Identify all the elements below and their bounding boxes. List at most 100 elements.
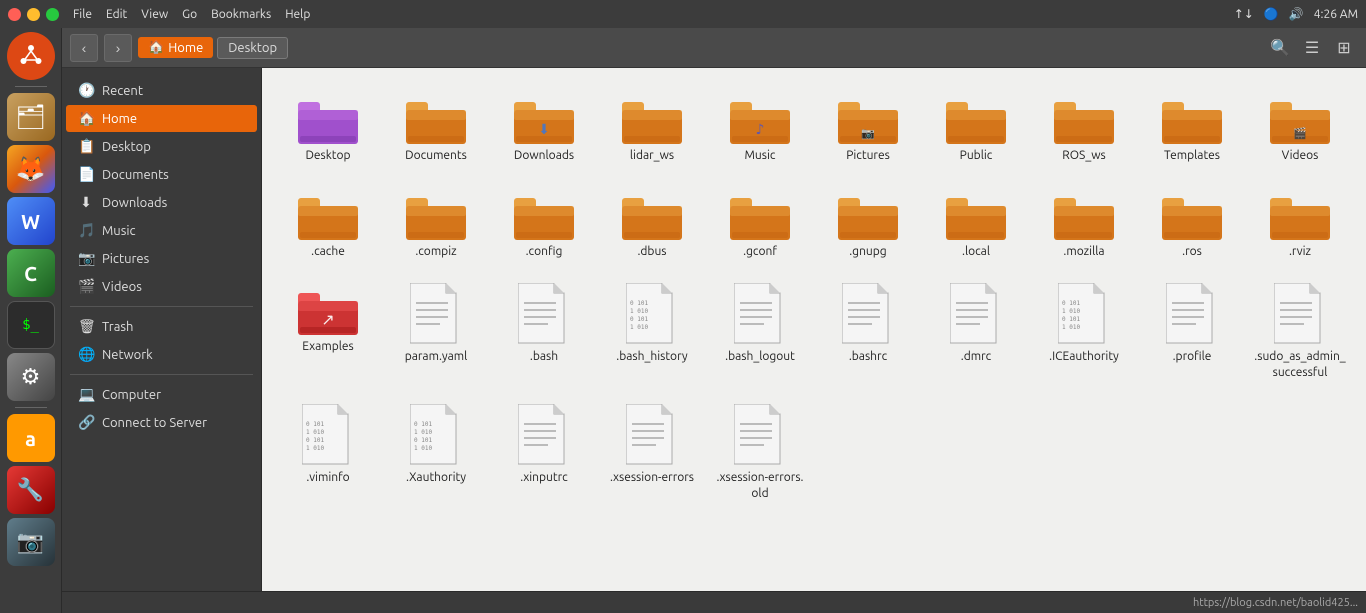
folder-item[interactable]: Public: [926, 84, 1026, 172]
folder-item[interactable]: Templates: [1142, 84, 1242, 172]
sidebar-item-pictures[interactable]: 📷 Pictures: [66, 245, 257, 272]
svg-text:0 101: 0 101: [414, 421, 432, 428]
launcher-files[interactable]: 🗂: [7, 93, 55, 141]
sidebar-item-computer[interactable]: 💻 Computer: [66, 381, 257, 408]
folder-item[interactable]: .compiz: [386, 180, 486, 268]
file-label: .bashrc: [849, 349, 887, 365]
sidebar-label-music: Music: [102, 224, 136, 238]
back-button[interactable]: ‹: [70, 34, 98, 62]
file-label: .profile: [1173, 349, 1212, 365]
menu-bar: File Edit View Go Bookmarks Help: [73, 8, 310, 21]
sidebar-label-downloads: Downloads: [102, 196, 167, 210]
location-bar: 🏠 Home Desktop: [138, 37, 1260, 59]
sidebar-item-recent[interactable]: 🕐 Recent: [66, 77, 257, 104]
folder-item[interactable]: 🎬Videos: [1250, 84, 1350, 172]
folder-item[interactable]: Documents: [386, 84, 486, 172]
file-label: .bash_history: [616, 349, 687, 365]
forward-button[interactable]: ›: [104, 34, 132, 62]
folder-item[interactable]: .gconf: [710, 180, 810, 268]
sidebar-item-trash[interactable]: 🗑 Trash: [66, 313, 257, 340]
search-button[interactable]: 🔍: [1266, 34, 1294, 62]
menu-file[interactable]: File: [73, 8, 92, 21]
file-item[interactable]: .dmrc: [926, 275, 1026, 388]
toolbar-actions: 🔍 ☰ ⊞: [1266, 34, 1358, 62]
file-item[interactable]: 0 101 1 010 0 101 1 010 .ICEauthority: [1034, 275, 1134, 388]
sidebar-item-home[interactable]: 🏠 Home: [66, 105, 257, 132]
folder-item[interactable]: .dbus: [602, 180, 702, 268]
folder-item[interactable]: ♪Music: [710, 84, 810, 172]
launcher-terminal[interactable]: $_: [7, 301, 55, 349]
launcher-amazon[interactable]: a: [7, 414, 55, 462]
menu-edit[interactable]: Edit: [106, 8, 127, 21]
file-label: .ros: [1182, 244, 1202, 260]
file-label: .rviz: [1289, 244, 1311, 260]
folder-item[interactable]: Desktop: [278, 84, 378, 172]
home-breadcrumb[interactable]: 🏠 Home: [138, 37, 213, 58]
file-item[interactable]: .xsession-errors: [602, 396, 702, 509]
documents-icon: 📄: [78, 166, 94, 183]
file-item[interactable]: 0 101 1 010 0 101 1 010 .viminfo: [278, 396, 378, 509]
ubuntu-launcher: 🗂 🦊 W C $_ ⚙ a 🔧 📷: [0, 28, 62, 613]
svg-text:1 010: 1 010: [414, 445, 432, 452]
launcher-firefox[interactable]: 🦊: [7, 145, 55, 193]
sidebar-label-trash: Trash: [102, 320, 133, 334]
file-item[interactable]: .sudo_as_admin_successful: [1250, 275, 1350, 388]
toolbar: ‹ › 🏠 Home Desktop 🔍 ☰ ⊞: [62, 28, 1366, 68]
ubuntu-logo: [7, 32, 55, 80]
computer-icon: 💻: [78, 386, 94, 403]
maximize-button[interactable]: [46, 8, 59, 21]
file-item[interactable]: 0 101 1 010 0 101 1 010 .Xauthority: [386, 396, 486, 509]
launcher-writer[interactable]: W: [7, 197, 55, 245]
menu-help[interactable]: Help: [285, 8, 310, 21]
file-item[interactable]: .bash_logout: [710, 275, 810, 388]
sidebar-item-documents[interactable]: 📄 Documents: [66, 161, 257, 188]
folder-item[interactable]: .rviz: [1250, 180, 1350, 268]
sidebar-item-desktop[interactable]: 📋 Desktop: [66, 133, 257, 160]
sidebar-label-home: Home: [102, 112, 137, 126]
folder-item[interactable]: .config: [494, 180, 594, 268]
folder-item[interactable]: 📷Pictures: [818, 84, 918, 172]
file-item[interactable]: .profile: [1142, 275, 1242, 388]
file-item[interactable]: .bash: [494, 275, 594, 388]
file-item[interactable]: param.yaml: [386, 275, 486, 388]
minimize-button[interactable]: [27, 8, 40, 21]
pictures-icon: 📷: [78, 250, 94, 267]
sidebar-item-videos[interactable]: 🎬 Videos: [66, 273, 257, 300]
file-label: .config: [526, 244, 563, 260]
svg-text:0 101: 0 101: [630, 300, 648, 307]
menu-bookmarks[interactable]: Bookmarks: [211, 8, 271, 21]
sidebar-label-pictures: Pictures: [102, 252, 149, 266]
folder-item[interactable]: .gnupg: [818, 180, 918, 268]
launcher-synaptic[interactable]: 🔧: [7, 466, 55, 514]
folder-item[interactable]: ↗Examples: [278, 275, 378, 388]
file-grid: Desktop Documents ⬇Downloads lidar_ws ♪M…: [278, 84, 1350, 510]
file-item[interactable]: 0 101 1 010 0 101 1 010 .bash_history: [602, 275, 702, 388]
folder-item[interactable]: .cache: [278, 180, 378, 268]
folder-item[interactable]: lidar_ws: [602, 84, 702, 172]
close-button[interactable]: [8, 8, 21, 21]
folder-item[interactable]: .local: [926, 180, 1026, 268]
menu-go[interactable]: Go: [182, 8, 197, 21]
desktop-breadcrumb[interactable]: Desktop: [217, 37, 288, 59]
list-view-button[interactable]: ☰: [1298, 34, 1326, 62]
file-item[interactable]: .xinputrc: [494, 396, 594, 509]
folder-item[interactable]: .mozilla: [1034, 180, 1134, 268]
launcher-calc[interactable]: C: [7, 249, 55, 297]
file-item[interactable]: .bashrc: [818, 275, 918, 388]
folder-item[interactable]: ⬇Downloads: [494, 84, 594, 172]
sidebar-item-network[interactable]: 🌐 Network: [66, 341, 257, 368]
sidebar-item-music[interactable]: 🎵 Music: [66, 217, 257, 244]
sidebar-divider-2: [70, 374, 253, 375]
videos-icon: 🎬: [78, 278, 94, 295]
ubuntu-home-button[interactable]: [7, 32, 55, 80]
folder-item[interactable]: ROS_ws: [1034, 84, 1134, 172]
folder-item[interactable]: .ros: [1142, 180, 1242, 268]
menu-view[interactable]: View: [141, 8, 168, 21]
file-item[interactable]: .xsession-errors.old: [710, 396, 810, 509]
grid-view-button[interactable]: ⊞: [1330, 34, 1358, 62]
sidebar-item-connect[interactable]: 🔗 Connect to Server: [66, 409, 257, 436]
sidebar-label-connect: Connect to Server: [102, 416, 207, 430]
sidebar-item-downloads[interactable]: ⬇ Downloads: [66, 189, 257, 216]
launcher-webcam[interactable]: 📷: [7, 518, 55, 566]
launcher-settings[interactable]: ⚙: [7, 353, 55, 401]
